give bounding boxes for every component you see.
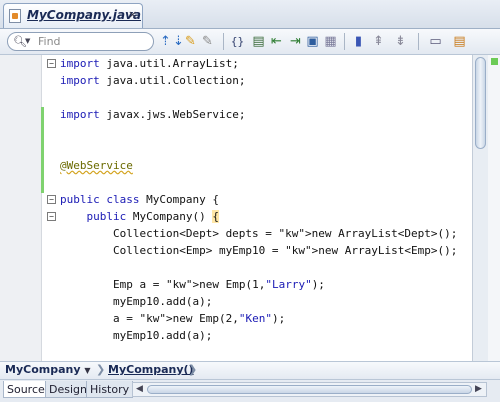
scroll-thumb[interactable] [475, 57, 486, 149]
stop-macro-icon[interactable]: ▦ [322, 33, 339, 50]
diff-icon[interactable]: ▭ [427, 33, 444, 50]
code-line: Collection<Emp> myEmp10 = "kw">new Array… [60, 244, 458, 257]
shift-right-icon[interactable]: ⇥ [287, 33, 304, 50]
horizontal-scrollbar[interactable]: ◀ ▶ [132, 382, 487, 397]
previous-bookmark-icon[interactable]: ⇞ [370, 33, 387, 50]
code-line: import java.util.Collection; [60, 74, 246, 87]
tab-history[interactable]: History [86, 381, 134, 398]
match-brace-icon[interactable]: {} [229, 33, 246, 50]
next-bookmark-icon[interactable]: ⇟ [392, 33, 409, 50]
code-line: import java.util.ArrayList; [60, 57, 239, 70]
code-line: @WebService [60, 159, 133, 172]
fold-icon[interactable]: − [47, 59, 56, 68]
properties-icon[interactable]: ▤ [451, 33, 468, 50]
code-line: Emp a = "kw">new Emp(1,"Larry"); [60, 278, 325, 291]
breadcrumb-method[interactable]: MyCompany() [108, 363, 194, 377]
editor-bottom-bar: Source Design History ◀ ▶ [0, 379, 500, 402]
java-file-icon [9, 9, 21, 23]
tab-design[interactable]: Design [45, 381, 91, 398]
editor-tab-strip: MyCompany.java × [0, 0, 500, 29]
scroll-right-icon[interactable]: ▶ [475, 383, 482, 396]
start-macro-icon[interactable]: ▣ [304, 33, 321, 50]
code-line: import javax.jws.WebService; [60, 108, 246, 121]
breadcrumb: MyCompany ▼ ❯ MyCompany() ❯ [0, 361, 500, 379]
bookmark-icon[interactable]: ▮ [350, 33, 367, 50]
code-editor[interactable]: − − − import java.util.ArrayList; import… [0, 55, 472, 361]
code-line: a = "kw">new Emp(2,"Ken"); [60, 312, 286, 325]
close-icon[interactable]: × [128, 8, 137, 21]
code-line: public class MyCompany { [60, 193, 219, 206]
code-line: myEmp10.add(a); [60, 329, 213, 342]
tab-title: MyCompany.java [27, 8, 141, 22]
tab-source[interactable]: Source [3, 381, 49, 398]
breadcrumb-class[interactable]: MyCompany ▼ [5, 363, 91, 377]
scroll-left-icon[interactable]: ◀ [136, 383, 143, 396]
highlight-icon[interactable]: ✎ [182, 33, 199, 50]
fold-icon[interactable]: − [47, 212, 56, 221]
change-bar [41, 107, 44, 193]
status-ok-icon[interactable] [491, 58, 498, 65]
search-input[interactable] [38, 34, 148, 49]
code-line: myEmp10.add(a); [60, 295, 213, 308]
toolbar-separator [344, 33, 345, 50]
code-line: public MyCompany() { [86, 210, 219, 223]
editor-toolbar: 🔍︎ ▼ ⇡ ⇣ ✎ ✎ {} ▤ ⇤ ⇥ ▣ ▦ ▮ ⇞ ⇟ ▭ ▤ [0, 29, 500, 55]
search-dropdown-icon[interactable]: ▼ [25, 37, 30, 45]
fold-icon[interactable]: − [47, 195, 56, 204]
toggle-highlight-icon[interactable]: ✎ [199, 33, 216, 50]
line-gutter [0, 55, 42, 361]
error-stripe [488, 55, 500, 361]
horizontal-scroll-thumb[interactable] [147, 385, 472, 394]
toggle-comment-icon[interactable]: ▤ [250, 33, 267, 50]
breadcrumb-separator-icon: ❯ [96, 363, 106, 376]
chevron-down-icon[interactable]: ▼ [84, 366, 90, 375]
breadcrumb-separator-icon: ❯ [188, 363, 198, 376]
tab-mycompany-java[interactable]: MyCompany.java × [3, 3, 143, 28]
toolbar-separator [223, 33, 224, 50]
code-line: Collection<Dept> depts = "kw">new ArrayL… [60, 227, 458, 240]
toolbar-separator [418, 33, 419, 50]
find-box[interactable]: 🔍︎ ▼ [7, 32, 154, 51]
vertical-scrollbar[interactable] [472, 55, 488, 361]
shift-left-icon[interactable]: ⇤ [268, 33, 285, 50]
